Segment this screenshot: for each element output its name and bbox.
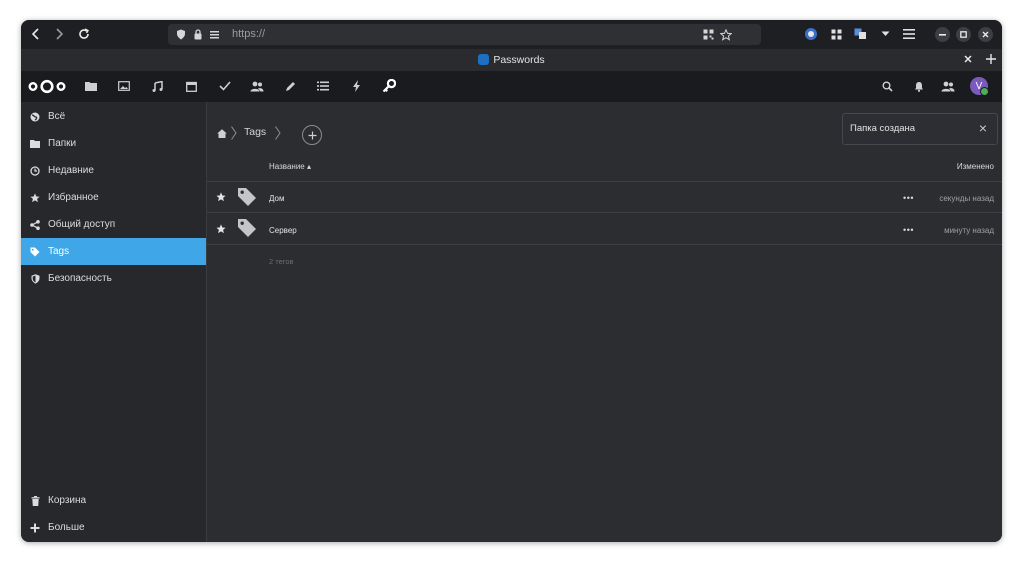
passwords-favicon (478, 54, 490, 65)
avatar[interactable]: V (970, 77, 989, 96)
modified-time: минуту назад (944, 226, 994, 235)
breadcrumb-separator-icon (231, 126, 237, 140)
extension-icon[interactable] (802, 25, 820, 43)
add-icon (308, 131, 316, 139)
tab-strip: Passwords (21, 49, 1002, 71)
sidebar-item-label: Общий доступ (48, 219, 116, 230)
translate-icon[interactable] (851, 25, 869, 43)
sidebar-item-tags[interactable]: Tags (21, 238, 206, 265)
new-tab-icon[interactable] (986, 54, 996, 64)
breadcrumb-current[interactable]: Tags (244, 126, 266, 138)
music-icon[interactable] (149, 78, 165, 94)
qr-icon[interactable] (702, 28, 715, 41)
sidebar-item-label: Корзина (48, 495, 87, 506)
sidebar-item-favorites[interactable]: Избранное (21, 184, 206, 211)
shield-icon (30, 273, 40, 284)
reload-icon[interactable] (75, 25, 93, 43)
sidebar-item-all[interactable]: Всё (21, 103, 206, 130)
sidebar-item-label: Всё (48, 111, 66, 122)
sidebar-item-folders[interactable]: Папки (21, 130, 206, 157)
sidebar-item-label: Больше (48, 522, 85, 533)
menu-icon[interactable] (900, 25, 918, 43)
sidebar-item-trash[interactable]: Корзина (21, 487, 206, 514)
close-tab-icon[interactable] (964, 55, 972, 63)
sidebar-item-more[interactable]: Больше (21, 514, 206, 541)
plus-icon (30, 523, 40, 533)
sidebar-item-label: Избранное (48, 192, 99, 203)
modified-time: секунды назад (939, 194, 994, 203)
tag-name[interactable]: Сервер (269, 226, 297, 235)
dropdown-icon[interactable] (876, 25, 894, 43)
minimize-icon[interactable] (935, 27, 950, 42)
browser-toolbar: https:// (21, 20, 1002, 49)
calendar-icon[interactable] (183, 78, 199, 94)
search-icon[interactable] (879, 78, 895, 94)
close-icon[interactable]: × (979, 120, 987, 136)
clock-icon (30, 165, 40, 176)
shield-icon[interactable] (174, 28, 187, 41)
url-text[interactable]: https:// (232, 28, 265, 40)
url-bar[interactable]: https:// (168, 24, 761, 45)
tasks-icon[interactable] (217, 78, 233, 94)
column-header-name[interactable]: Название ▴ (269, 162, 311, 171)
tag-icon (30, 247, 40, 257)
more-actions-icon[interactable]: ••• (903, 193, 914, 203)
item-count: 2 тегов (269, 257, 294, 266)
bookmark-star-icon[interactable] (719, 28, 732, 41)
table-row[interactable]: Сервер ••• минуту назад (207, 213, 1002, 244)
activity-icon[interactable] (348, 78, 364, 94)
table-row[interactable]: Дом ••• секунды назад (207, 182, 1002, 212)
toast-message: Папка создана (850, 123, 916, 134)
maximize-icon[interactable] (956, 27, 971, 42)
tag-icon (237, 187, 257, 207)
favorite-star-icon[interactable] (216, 224, 226, 234)
toast-notification: Папка создана × (842, 113, 998, 145)
forward-icon[interactable] (50, 25, 68, 43)
contacts-menu-icon[interactable] (940, 78, 956, 94)
home-icon[interactable] (217, 129, 227, 138)
back-icon[interactable] (27, 25, 45, 43)
trash-icon (30, 495, 40, 506)
divider (207, 244, 1002, 245)
globe-icon (30, 112, 40, 122)
share-icon (30, 219, 40, 230)
status-online-indicator (980, 87, 989, 96)
nextcloud-logo-icon[interactable] (28, 79, 66, 94)
breadcrumb-separator-icon (275, 126, 281, 140)
sidebar-item-label: Tags (48, 246, 70, 257)
folder-icon (30, 139, 40, 149)
sidebar-item-label: Папки (48, 138, 77, 149)
tab-title: Passwords (493, 54, 545, 66)
favorite-star-icon[interactable] (216, 192, 226, 202)
permissions-icon[interactable] (208, 28, 221, 41)
files-icon[interactable] (83, 78, 99, 94)
star-icon (30, 192, 40, 203)
tag-name[interactable]: Дом (269, 194, 284, 203)
tag-icon (237, 218, 257, 238)
app-content: Tags Название ▴ Изменено Дом ••• секунды… (207, 102, 1002, 542)
app-navigation: Всё Папки Недавние Избранное Общий досту… (21, 102, 207, 542)
add-button[interactable] (302, 125, 322, 145)
active-tab[interactable]: Passwords (21, 54, 1002, 66)
browser-window: https:// Passwords V Всё Папки Недавние … (21, 20, 1002, 542)
passwords-app-icon[interactable] (381, 78, 397, 94)
sidebar-item-shared[interactable]: Общий доступ (21, 211, 206, 238)
sidebar-item-label: Безопасность (48, 273, 112, 284)
extension-grid-icon[interactable] (827, 25, 845, 43)
column-header-modified[interactable]: Изменено (957, 162, 994, 171)
more-actions-icon[interactable]: ••• (903, 225, 914, 235)
sidebar-item-security[interactable]: Безопасность (21, 265, 206, 292)
notifications-bell-icon[interactable] (911, 78, 927, 94)
notes-icon[interactable] (282, 78, 298, 94)
close-window-icon[interactable] (978, 27, 993, 42)
contacts-icon[interactable] (249, 78, 265, 94)
sidebar-item-label: Недавние (48, 165, 94, 176)
sidebar-item-recent[interactable]: Недавние (21, 157, 206, 184)
app-header: V (21, 71, 1002, 102)
lock-icon[interactable] (191, 28, 204, 41)
photos-icon[interactable] (116, 78, 132, 94)
deck-icon[interactable] (315, 78, 331, 94)
